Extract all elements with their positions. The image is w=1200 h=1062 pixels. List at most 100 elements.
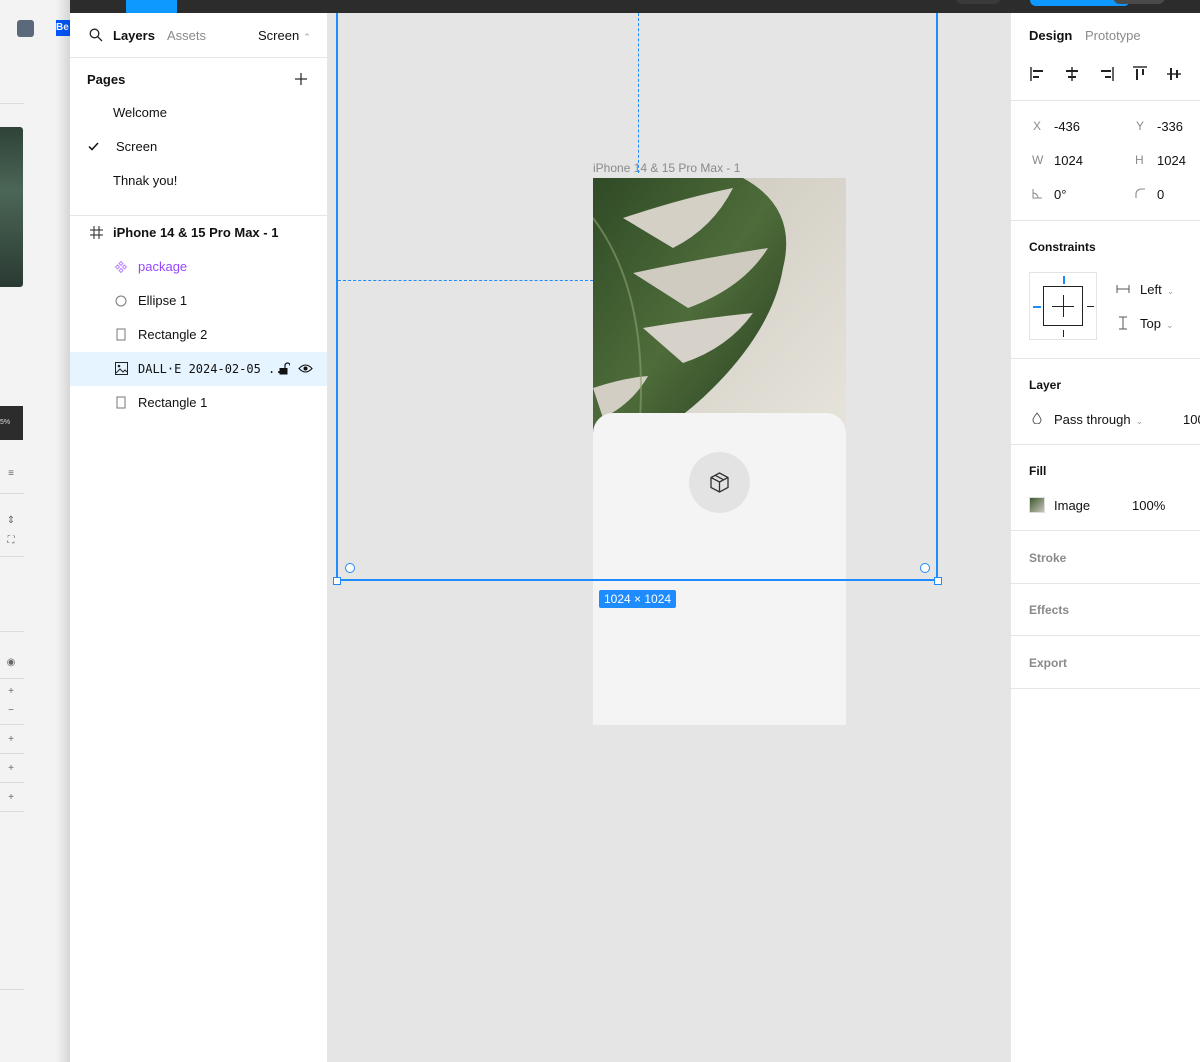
tab-design[interactable]: Design bbox=[1029, 28, 1072, 43]
layer-row-package[interactable]: package bbox=[70, 250, 327, 284]
layer-row-frame[interactable]: iPhone 14 & 15 Pro Max - 1 bbox=[70, 216, 327, 250]
layer-label: Rectangle 1 bbox=[138, 395, 208, 410]
tab-assets[interactable]: Assets bbox=[167, 28, 206, 43]
layer-row-image[interactable]: DALL·E 2024-02-05 ... bbox=[70, 352, 327, 386]
page-item-thank-you[interactable]: Thnak you! bbox=[70, 164, 327, 198]
plus-icon: + bbox=[8, 734, 14, 745]
rotation-field[interactable]: 0° bbox=[1054, 187, 1066, 202]
eye-icon[interactable] bbox=[298, 363, 313, 374]
blend-mode-select[interactable]: Pass through ⌄ bbox=[1054, 412, 1143, 427]
layer-row-rectangle-1[interactable]: Rectangle 1 bbox=[70, 386, 327, 420]
horizontal-constraint-icon bbox=[1116, 285, 1130, 293]
constraints-inner-box bbox=[1043, 286, 1083, 326]
constraint-left[interactable] bbox=[1033, 306, 1041, 308]
divider bbox=[1011, 358, 1200, 359]
tab-prototype[interactable]: Prototype bbox=[1085, 28, 1141, 43]
rotation-icon bbox=[1032, 189, 1042, 199]
page-item-welcome[interactable]: Welcome bbox=[70, 96, 327, 130]
divider bbox=[0, 556, 24, 557]
toolbar-button[interactable] bbox=[955, 0, 1001, 4]
constraint-bottom[interactable] bbox=[1063, 330, 1064, 337]
page-item-label: Thnak you! bbox=[113, 173, 178, 188]
divider bbox=[1011, 688, 1200, 689]
horizontal-constraint-select[interactable]: Left ⌄ bbox=[1140, 282, 1174, 297]
align-horizontal-center-icon[interactable] bbox=[1063, 65, 1081, 83]
effects-header[interactable]: Effects bbox=[1029, 603, 1069, 617]
unlock-icon[interactable] bbox=[279, 362, 290, 375]
layer-row-rectangle-2[interactable]: Rectangle 2 bbox=[70, 318, 327, 352]
corner-radius-icon bbox=[1135, 188, 1145, 198]
layer-label: package bbox=[138, 259, 188, 274]
layer-label: Ellipse 1 bbox=[138, 293, 188, 308]
eye-icon: ◉ bbox=[6, 657, 16, 668]
active-tool-indicator[interactable] bbox=[126, 0, 177, 13]
divider bbox=[0, 493, 24, 494]
window-shadow bbox=[56, 0, 70, 1062]
layer-opacity-field[interactable]: 100% bbox=[1183, 412, 1200, 427]
layer-row-ellipse[interactable]: Ellipse 1 bbox=[70, 284, 327, 318]
layer-label: iPhone 14 & 15 Pro Max - 1 bbox=[113, 225, 279, 240]
canvas[interactable]: iPhone 14 & 15 Pro Max - 1 1024 × 1024 bbox=[327, 13, 1010, 1062]
align-icon: ≡ bbox=[8, 468, 14, 479]
x-label: X bbox=[1033, 119, 1042, 133]
fill-image-swatch[interactable] bbox=[1029, 497, 1045, 513]
page-item-screen[interactable]: Screen bbox=[70, 130, 327, 164]
add-page-icon[interactable] bbox=[294, 72, 308, 86]
constraint-top[interactable] bbox=[1063, 276, 1065, 284]
tab-layers[interactable]: Layers bbox=[113, 28, 155, 43]
corner-radius-handle[interactable] bbox=[920, 563, 930, 573]
design-panel: Design Prototype X -436 Y -336 W 1024 H … bbox=[1010, 13, 1200, 1062]
page-item-label: Screen bbox=[116, 139, 158, 154]
toolbar-button[interactable] bbox=[1113, 0, 1165, 4]
expand-icon: ⛶ bbox=[7, 535, 15, 546]
layer-label: Rectangle 2 bbox=[138, 327, 208, 342]
width-field[interactable]: 1024 bbox=[1054, 153, 1083, 168]
layer-label: DALL·E 2024-02-05 ... bbox=[138, 362, 290, 376]
chevron-up-icon: ⌃ bbox=[303, 32, 311, 42]
divider bbox=[1011, 635, 1200, 636]
page-dropdown[interactable]: Screen ⌃ bbox=[258, 28, 311, 43]
layers-panel: Layers Assets Screen ⌃ Pages Welcome Scre… bbox=[70, 13, 328, 1062]
align-left-icon[interactable] bbox=[1029, 65, 1047, 83]
divider bbox=[0, 782, 24, 783]
x-field[interactable]: -436 bbox=[1054, 119, 1080, 134]
page-item-label: Welcome bbox=[113, 105, 167, 120]
selection-box[interactable] bbox=[336, 13, 938, 581]
divider bbox=[0, 811, 24, 812]
corner-radius-field[interactable]: 0 bbox=[1157, 187, 1164, 202]
export-header[interactable]: Export bbox=[1029, 656, 1067, 670]
minus-icon: − bbox=[8, 705, 14, 716]
checkmark-icon bbox=[88, 142, 99, 151]
constraint-right[interactable] bbox=[1087, 306, 1094, 307]
corner-radius-handle[interactable] bbox=[345, 563, 355, 573]
app-icon bbox=[17, 20, 34, 37]
vertical-constraint-select[interactable]: Top ⌄ bbox=[1140, 316, 1174, 331]
search-icon[interactable] bbox=[89, 28, 103, 42]
plus-icon: + bbox=[8, 763, 14, 774]
blend-mode-value: Pass through bbox=[1054, 412, 1131, 427]
toolbar bbox=[70, 0, 1200, 13]
divider bbox=[1011, 583, 1200, 584]
divider bbox=[0, 103, 24, 104]
y-field[interactable]: -336 bbox=[1157, 119, 1183, 134]
resize-handle[interactable] bbox=[333, 577, 341, 585]
component-icon bbox=[115, 261, 127, 273]
divider bbox=[0, 724, 24, 725]
align-right-icon[interactable] bbox=[1097, 65, 1115, 83]
ellipse-icon bbox=[115, 295, 127, 307]
fill-opacity-field[interactable]: 100% bbox=[1132, 498, 1165, 513]
vertical-constraint-icon bbox=[1119, 316, 1127, 330]
divider bbox=[1011, 530, 1200, 531]
height-field[interactable]: 1024 bbox=[1157, 153, 1186, 168]
resize-handle[interactable] bbox=[934, 577, 942, 585]
zoom-chip: 5% bbox=[0, 406, 23, 440]
align-top-icon[interactable] bbox=[1131, 65, 1149, 83]
fill-type[interactable]: Image bbox=[1054, 498, 1090, 513]
resize-icon: ⇕ bbox=[6, 515, 16, 526]
stroke-header[interactable]: Stroke bbox=[1029, 551, 1066, 565]
align-vertical-center-icon[interactable] bbox=[1165, 65, 1183, 83]
chevron-down-icon: ⌄ bbox=[1165, 320, 1174, 330]
fill-header: Fill bbox=[1029, 464, 1047, 478]
layer-header: Layer bbox=[1029, 378, 1062, 392]
constraints-widget[interactable] bbox=[1029, 272, 1097, 340]
